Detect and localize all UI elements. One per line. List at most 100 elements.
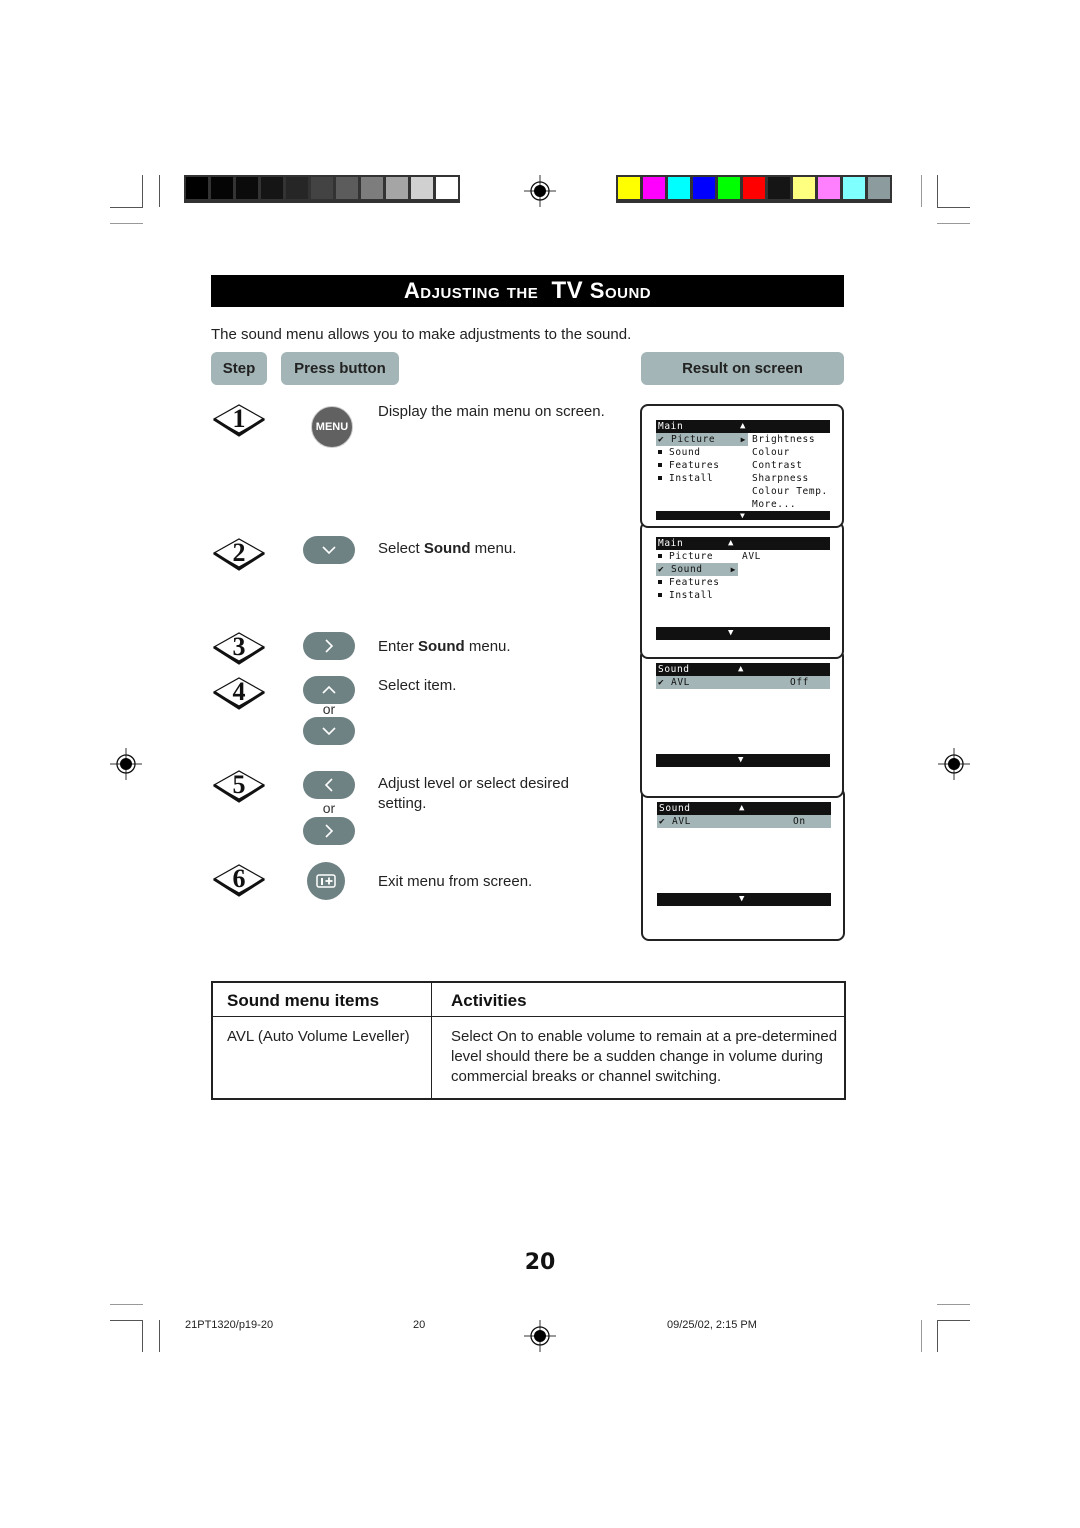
arrow-up-icon: ▲ bbox=[740, 421, 747, 431]
table-divider bbox=[431, 983, 432, 1098]
crop-mark bbox=[110, 1304, 143, 1305]
title-part: TV bbox=[551, 277, 584, 304]
arrow-right-icon: ▶ bbox=[740, 435, 746, 444]
osd-submenu-item: Colour bbox=[752, 447, 790, 458]
osd-row: ✔ Picture ▶ Brightness bbox=[656, 433, 830, 446]
osd-header-label: Main bbox=[658, 421, 684, 432]
crop-mark bbox=[142, 1320, 143, 1352]
table-cell-item: AVL (Auto Volume Leveller) bbox=[227, 1028, 410, 1045]
color-swatch bbox=[868, 177, 890, 199]
arrow-down-icon: ▼ bbox=[728, 628, 735, 638]
color-swatch bbox=[768, 177, 790, 199]
bullet-icon bbox=[658, 463, 662, 467]
osd-screen-1: Main ▲ ✔ Picture ▶ Brightness Sound Colour Feat… bbox=[640, 404, 844, 528]
desc-bold: Sound bbox=[423, 540, 471, 557]
step-1-description: Display the main menu on screen. bbox=[378, 403, 605, 420]
osd-footer: ▼ bbox=[656, 511, 830, 520]
down-button bbox=[303, 536, 355, 564]
arrow-down-icon: ▼ bbox=[739, 894, 746, 904]
arrow-up-icon: ▲ bbox=[739, 803, 746, 813]
osd-item-label: Sound bbox=[669, 447, 701, 458]
arrow-down-icon: ▼ bbox=[738, 755, 745, 765]
color-swatch bbox=[186, 177, 208, 199]
header-step: Step bbox=[211, 352, 267, 385]
osd-main-menu: Main ▲ Picture AVL ✔ Sound ▶ Features Install bbox=[656, 537, 830, 602]
step-5-badge: 5 bbox=[212, 768, 266, 804]
crop-mark bbox=[921, 175, 922, 207]
color-swatch bbox=[386, 177, 408, 199]
osd-item-label: Picture bbox=[669, 551, 714, 562]
osd-item-label: Picture bbox=[671, 434, 716, 445]
intro-text: The sound menu allows you to make adjust… bbox=[211, 326, 632, 343]
crop-mark bbox=[142, 175, 143, 207]
footer-timestamp: 09/25/02, 2:15 PM bbox=[667, 1319, 757, 1331]
desc-line: setting. bbox=[378, 795, 427, 812]
step-6-badge: 6 bbox=[212, 862, 266, 898]
crop-mark bbox=[921, 1320, 922, 1352]
bullet-icon bbox=[658, 450, 662, 454]
check-icon: ✔ bbox=[659, 816, 666, 827]
osd-screen-3: Sound ▲ ✔ AVL Off ▼ bbox=[640, 648, 844, 798]
chevron-down-icon bbox=[322, 546, 336, 555]
desc-text: menu. bbox=[470, 540, 517, 557]
arrow-up-icon: ▲ bbox=[728, 538, 735, 548]
osd-item-label: Features bbox=[669, 577, 720, 588]
arrow-right-icon: ▶ bbox=[730, 565, 736, 574]
osd-sound-menu: Sound ▲ ✔ AVL On bbox=[657, 802, 831, 828]
exit-info-button bbox=[307, 862, 345, 900]
step-number: 3 bbox=[232, 632, 246, 661]
page-number: 20 bbox=[524, 1250, 556, 1275]
bullet-icon bbox=[658, 554, 662, 558]
osd-header-label: Main bbox=[658, 538, 684, 549]
osd-item-label: Sound bbox=[671, 564, 703, 575]
title-part: Adjusting the bbox=[403, 278, 539, 303]
step-number: 2 bbox=[232, 538, 246, 567]
osd-screen-2: Main ▲ Picture AVL ✔ Sound ▶ Features Install ▼ bbox=[640, 521, 844, 659]
crop-mark bbox=[159, 175, 160, 207]
osd-header-label: Sound bbox=[658, 664, 690, 675]
desc-text: Select bbox=[378, 540, 424, 557]
activity-line: Select On to enable volume to remain at … bbox=[451, 1028, 838, 1045]
osd-row: Features bbox=[656, 576, 830, 589]
step-2-badge: 2 bbox=[212, 536, 266, 572]
osd-row: Install Sharpness bbox=[656, 472, 830, 485]
osd-screen-4: Sound ▲ ✔ AVL On ▼ bbox=[641, 787, 845, 941]
osd-item-value: Off bbox=[790, 677, 809, 688]
menu-button: MENU bbox=[311, 406, 353, 448]
down-button bbox=[303, 717, 355, 745]
footer-page: 20 bbox=[413, 1319, 426, 1331]
osd-row: More... bbox=[656, 498, 830, 511]
osd-row-avl: ✔ AVL On bbox=[657, 815, 831, 828]
osd-header: Main ▲ bbox=[656, 537, 830, 550]
up-button bbox=[303, 676, 355, 704]
right-button bbox=[303, 817, 355, 845]
osd-submenu-item: AVL bbox=[742, 551, 761, 562]
step-6-description: Exit menu from screen. bbox=[378, 873, 533, 890]
osd-submenu-item: Brightness bbox=[752, 434, 816, 445]
activity-line: commercial breaks or channel switching. bbox=[451, 1068, 722, 1085]
color-swatch bbox=[618, 177, 640, 199]
crop-mark bbox=[110, 207, 143, 208]
bullet-icon bbox=[658, 593, 662, 597]
color-swatch bbox=[718, 177, 740, 199]
color-swatch bbox=[436, 177, 458, 199]
step-4-description: Select item. bbox=[378, 677, 457, 694]
right-button bbox=[303, 632, 355, 660]
registration-mark-icon bbox=[110, 748, 142, 780]
desc-line: Adjust level or select desired bbox=[378, 775, 569, 792]
osd-header: Sound ▲ bbox=[657, 802, 831, 815]
crop-mark bbox=[937, 1320, 938, 1352]
left-button bbox=[303, 771, 355, 799]
crop-mark bbox=[937, 207, 970, 208]
color-swatch bbox=[236, 177, 258, 199]
chevron-up-icon bbox=[322, 685, 336, 694]
desc-text: menu. bbox=[464, 638, 511, 655]
osd-submenu-item: Contrast bbox=[752, 460, 803, 471]
osd-submenu-item: Sharpness bbox=[752, 473, 809, 484]
or-label: or bbox=[322, 701, 336, 717]
osd-row: Install bbox=[656, 589, 830, 602]
osd-sound-menu: Sound ▲ ✔ AVL Off bbox=[656, 663, 830, 689]
color-swatch bbox=[693, 177, 715, 199]
color-swatch bbox=[818, 177, 840, 199]
osd-header-label: Sound bbox=[659, 803, 691, 814]
